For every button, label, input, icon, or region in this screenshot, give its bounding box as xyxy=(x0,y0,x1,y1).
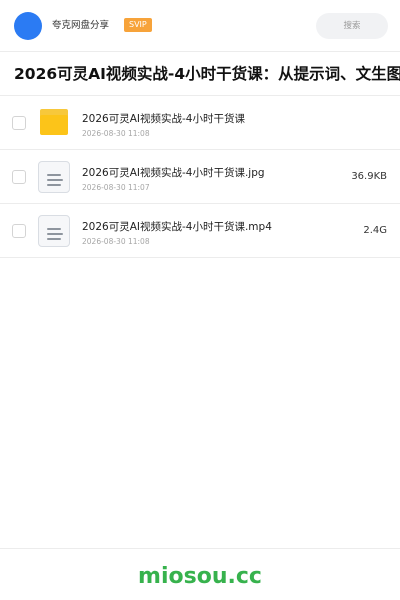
file-date: 2026-08-30 11:08 xyxy=(82,129,150,138)
user-avatar[interactable] xyxy=(14,12,42,40)
document-icon xyxy=(38,215,70,247)
top-header: 夸克网盘分享 SVIP 搜索 xyxy=(0,0,400,52)
footer: miosou.cc xyxy=(0,548,400,600)
footer-watermark: miosou.cc xyxy=(138,564,262,589)
file-size: 36.9KB xyxy=(351,171,387,182)
svip-badge: SVIP xyxy=(124,18,152,32)
page-title: 2026可灵AI视频实战-4小时干货课：从提示词、文生图到角色 xyxy=(14,65,400,83)
title-bar: 2026可灵AI视频实战-4小时干货课：从提示词、文生图到角色 xyxy=(0,52,400,96)
file-row[interactable]: 2026可灵AI视频实战-4小时干货课.mp4 2026-08-30 11:08… xyxy=(0,204,400,258)
row-checkbox[interactable] xyxy=(12,170,26,184)
row-checkbox[interactable] xyxy=(12,224,26,238)
document-icon xyxy=(38,161,70,193)
search-input[interactable]: 搜索 xyxy=(316,13,388,39)
brand-label: 夸克网盘分享 xyxy=(52,20,110,31)
file-name[interactable]: 2026可灵AI视频实战-4小时干货课.mp4 xyxy=(82,220,272,234)
file-date: 2026-08-30 11:07 xyxy=(82,183,150,192)
file-list: 2026可灵AI视频实战-4小时干货课 2026-08-30 11:08 202… xyxy=(0,96,400,258)
file-row[interactable]: 2026可灵AI视频实战-4小时干货课 2026-08-30 11:08 xyxy=(0,96,400,150)
file-name[interactable]: 2026可灵AI视频实战-4小时干货课 xyxy=(82,112,245,126)
file-name[interactable]: 2026可灵AI视频实战-4小时干货课.jpg xyxy=(82,166,265,180)
file-row[interactable]: 2026可灵AI视频实战-4小时干货课.jpg 2026-08-30 11:07… xyxy=(0,150,400,204)
file-size: 2.4G xyxy=(363,225,387,236)
file-date: 2026-08-30 11:08 xyxy=(82,237,150,246)
folder-icon xyxy=(38,107,70,139)
row-checkbox[interactable] xyxy=(12,116,26,130)
